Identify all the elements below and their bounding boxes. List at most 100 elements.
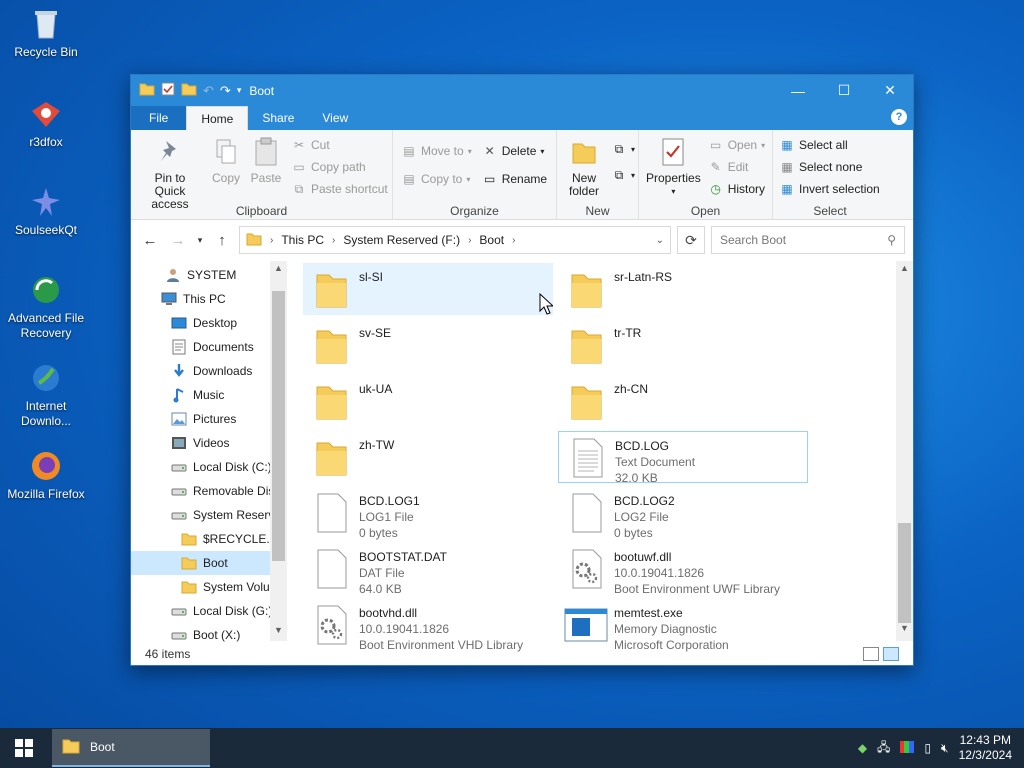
copy-to-button[interactable]: ▤ Copy to ▾ xyxy=(401,168,472,190)
new-item-button[interactable]: ⧉ ▾ xyxy=(611,138,635,160)
nav-item-documents[interactable]: Documents xyxy=(131,335,287,359)
taskbar-explorer-boot[interactable]: Boot xyxy=(52,729,210,767)
file-type: 10.0.19041.1826 xyxy=(614,566,705,580)
paste-button[interactable]: Paste xyxy=(247,134,285,213)
scroll-thumb[interactable] xyxy=(898,523,911,623)
new-folder-button[interactable]: New folder xyxy=(561,134,607,200)
breadcrumb-system-reserved[interactable]: System Reserved (F:) xyxy=(343,233,460,247)
up-button[interactable]: ↑ xyxy=(211,232,233,249)
refresh-button[interactable]: ⟳ xyxy=(677,226,705,254)
easy-access-button[interactable]: ⧉ ▾ xyxy=(611,164,635,186)
file-tile[interactable]: bootuwf.dll 10.0.19041.1826 Boot Environme… xyxy=(558,543,808,596)
customize-chevron-icon[interactable]: ▾ xyxy=(237,85,242,96)
folder-tile[interactable]: sr-Latn-RS xyxy=(558,263,808,315)
desktop-icon[interactable]: r3dfox xyxy=(4,96,88,150)
clock[interactable]: 12:43 PM 12/3/2024 xyxy=(959,733,1012,763)
edit-button[interactable]: ✎ Edit xyxy=(708,156,765,178)
nav-item-removable-dis[interactable]: Removable Dis xyxy=(131,479,287,503)
paste-shortcut-button[interactable]: ⧉ Paste shortcut xyxy=(291,178,388,200)
start-button[interactable] xyxy=(0,728,48,768)
scroll-down-icon[interactable]: ▼ xyxy=(270,625,287,641)
nav-item-downloads[interactable]: Downloads xyxy=(131,359,287,383)
nav-item-pictures[interactable]: Pictures xyxy=(131,407,287,431)
clipboard-group-label: Clipboard xyxy=(235,204,288,218)
nav-item-system[interactable]: SYSTEM xyxy=(131,263,287,287)
recent-locations-button[interactable]: ▾ xyxy=(195,235,205,246)
title-bar[interactable]: ↶ ↷ ▾ Boot — ☐ ✕ xyxy=(131,75,913,106)
details-view-icon[interactable] xyxy=(863,647,879,661)
tray-app-icon[interactable]: ◆ xyxy=(858,741,867,755)
rename-button[interactable]: ▭ Rename xyxy=(482,168,547,190)
tiles-view-icon[interactable] xyxy=(883,647,899,661)
delete-button[interactable]: ✕ Delete ▾ xyxy=(482,140,547,162)
scroll-thumb[interactable] xyxy=(272,291,285,561)
properties-button[interactable]: Properties ▾ xyxy=(643,134,704,200)
color-app-icon[interactable] xyxy=(900,740,915,756)
tab-file[interactable]: File xyxy=(131,106,187,130)
address-bar[interactable]: › This PC › System Reserved (F:) › Boot … xyxy=(239,226,671,254)
nav-scrollbar[interactable]: ▲ ▼ xyxy=(270,261,287,641)
nav-item-desktop[interactable]: Desktop xyxy=(131,311,287,335)
document-icon xyxy=(309,545,353,593)
desktop-icon[interactable]: Mozilla Firefox xyxy=(4,448,88,502)
file-tile[interactable]: BOOTSTAT.DAT DAT File 64.0 KB xyxy=(303,543,553,596)
tab-view[interactable]: View xyxy=(308,106,362,130)
folder-tile[interactable]: uk-UA xyxy=(303,375,553,427)
maximize-button[interactable]: ☐ xyxy=(821,75,867,106)
help-button[interactable]: ? xyxy=(891,109,907,125)
nav-item-boot[interactable]: Boot xyxy=(131,551,287,575)
nav-item-recycle-bin[interactable]: $RECYCLE.BIN xyxy=(131,527,287,551)
invert-selection-button[interactable]: ▦ Invert selection xyxy=(779,178,883,200)
minimize-button[interactable]: — xyxy=(775,75,821,106)
volume-muted-icon[interactable]: 🔇︎ xyxy=(941,741,949,756)
nav-item-system-reserve[interactable]: System Reserve xyxy=(131,503,287,527)
back-button[interactable]: ← xyxy=(139,232,161,249)
nav-item-system-volun[interactable]: System Volun xyxy=(131,575,287,599)
file-tile[interactable]: BCD.LOG1 LOG1 File 0 bytes xyxy=(303,487,553,540)
folder-tile[interactable]: sv-SE xyxy=(303,319,553,371)
history-button[interactable]: ◷ History xyxy=(708,178,765,200)
folder-tile[interactable]: zh-TW xyxy=(303,431,553,483)
desktop-icon[interactable]: Internet Downlo... xyxy=(4,360,88,429)
copy-button[interactable]: Copy xyxy=(207,134,245,213)
file-tile[interactable]: BCD.LOG Text Document 32.0 KB xyxy=(558,431,808,485)
folder-tile[interactable]: tr-TR xyxy=(558,319,808,371)
nav-item-music[interactable]: Music xyxy=(131,383,287,407)
undo-icon[interactable]: ↶ xyxy=(203,83,214,99)
folder-tile[interactable]: sl-SI xyxy=(303,263,553,315)
nav-item-this-pc[interactable]: This PC xyxy=(131,287,287,311)
properties-check-icon[interactable] xyxy=(161,82,175,99)
scroll-up-icon[interactable]: ▲ xyxy=(896,263,913,279)
folder-tile[interactable]: zh-CN xyxy=(558,375,808,427)
network-icon[interactable]: 🖧 xyxy=(877,738,890,759)
breadcrumb-boot[interactable]: Boot xyxy=(479,233,504,247)
desktop-icon[interactable]: Advanced File Recovery xyxy=(4,272,88,341)
close-button[interactable]: ✕ xyxy=(867,75,913,106)
rename-icon: ▭ xyxy=(484,172,496,186)
pin-quick-access-button[interactable]: Pin to Quick access xyxy=(135,134,205,213)
tab-share[interactable]: Share xyxy=(248,106,308,130)
usb-device-icon[interactable]: ▯ xyxy=(924,741,931,755)
desktop-icon[interactable]: Recycle Bin xyxy=(4,6,88,60)
move-to-button[interactable]: ▤ Move to ▾ xyxy=(401,140,471,162)
search-input[interactable]: Search Boot ⚲ xyxy=(711,226,905,254)
forward-button[interactable]: → xyxy=(167,232,189,249)
cut-button[interactable]: ✂ Cut xyxy=(291,134,388,156)
select-none-button[interactable]: ▦ Select none xyxy=(779,156,883,178)
new-folder-icon[interactable] xyxy=(181,82,197,99)
file-tile[interactable]: BCD.LOG2 LOG2 File 0 bytes xyxy=(558,487,808,540)
scroll-down-icon[interactable]: ▼ xyxy=(896,623,913,639)
desktop-icon[interactable]: SoulseekQt xyxy=(4,184,88,238)
nav-item-local-disk-c[interactable]: Local Disk (C:) xyxy=(131,455,287,479)
copy-path-button[interactable]: ▭ Copy path xyxy=(291,156,388,178)
tab-home[interactable]: Home xyxy=(186,106,249,130)
nav-item-videos[interactable]: Videos xyxy=(131,431,287,455)
breadcrumb-this-pc[interactable]: This PC xyxy=(281,233,324,247)
scroll-up-icon[interactable]: ▲ xyxy=(270,263,287,279)
nav-item-local-disk-g[interactable]: Local Disk (G:) xyxy=(131,599,287,623)
open-button[interactable]: ▭ Open ▾ xyxy=(708,134,765,156)
content-scrollbar[interactable]: ▲ ▼ xyxy=(896,261,913,641)
redo-icon[interactable]: ↷ xyxy=(220,83,231,99)
select-all-button[interactable]: ▦ Select all xyxy=(779,134,883,156)
address-dropdown-icon[interactable]: ⌄ xyxy=(656,235,664,246)
